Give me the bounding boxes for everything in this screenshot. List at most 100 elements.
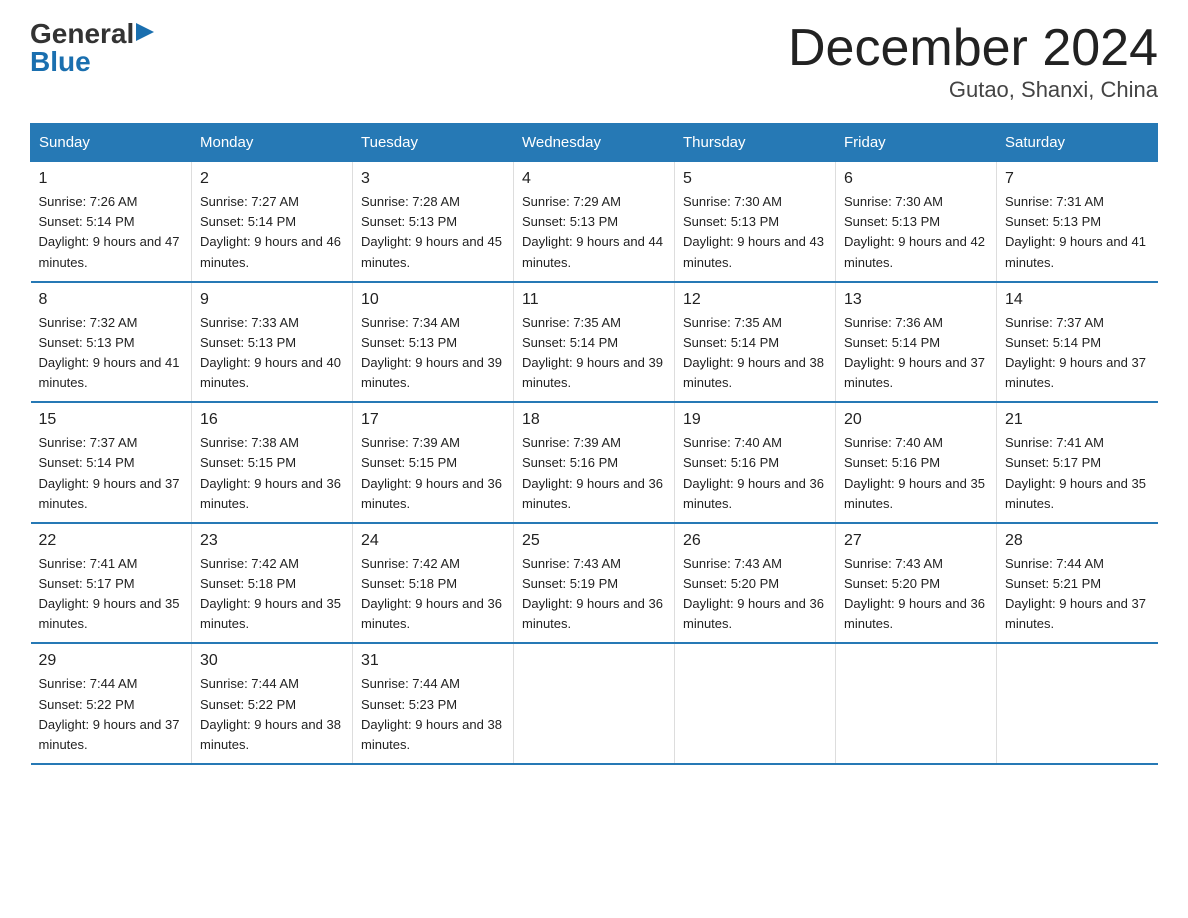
day-number: 28 [1005, 532, 1150, 550]
day-info: Sunrise: 7:34 AM Sunset: 5:13 PM Dayligh… [361, 313, 505, 394]
week-row-3: 15 Sunrise: 7:37 AM Sunset: 5:14 PM Dayl… [31, 402, 1158, 523]
day-cell: 19 Sunrise: 7:40 AM Sunset: 5:16 PM Dayl… [675, 402, 836, 523]
day-number: 25 [522, 532, 666, 550]
day-info: Sunrise: 7:39 AM Sunset: 5:16 PM Dayligh… [522, 433, 666, 514]
day-cell: 28 Sunrise: 7:44 AM Sunset: 5:21 PM Dayl… [997, 523, 1158, 644]
daylight-label: Daylight: 9 hours and 37 minutes. [39, 476, 180, 511]
sunset-label: Sunset: 5:13 PM [683, 214, 779, 229]
day-number: 8 [39, 291, 184, 309]
daylight-label: Daylight: 9 hours and 46 minutes. [200, 234, 341, 269]
sunrise-label: Sunrise: 7:44 AM [200, 676, 299, 691]
sunset-label: Sunset: 5:23 PM [361, 697, 457, 712]
day-cell [997, 643, 1158, 764]
sunset-label: Sunset: 5:22 PM [200, 697, 296, 712]
day-cell: 5 Sunrise: 7:30 AM Sunset: 5:13 PM Dayli… [675, 162, 836, 282]
day-cell: 23 Sunrise: 7:42 AM Sunset: 5:18 PM Dayl… [192, 523, 353, 644]
daylight-label: Daylight: 9 hours and 36 minutes. [683, 476, 824, 511]
day-cell: 3 Sunrise: 7:28 AM Sunset: 5:13 PM Dayli… [353, 162, 514, 282]
day-cell: 10 Sunrise: 7:34 AM Sunset: 5:13 PM Dayl… [353, 282, 514, 403]
sunrise-label: Sunrise: 7:28 AM [361, 194, 460, 209]
sunset-label: Sunset: 5:13 PM [522, 214, 618, 229]
sunrise-label: Sunrise: 7:40 AM [844, 435, 943, 450]
daylight-label: Daylight: 9 hours and 35 minutes. [844, 476, 985, 511]
day-number: 1 [39, 170, 184, 188]
day-cell: 7 Sunrise: 7:31 AM Sunset: 5:13 PM Dayli… [997, 162, 1158, 282]
daylight-label: Daylight: 9 hours and 43 minutes. [683, 234, 824, 269]
sunrise-label: Sunrise: 7:27 AM [200, 194, 299, 209]
sunrise-label: Sunrise: 7:38 AM [200, 435, 299, 450]
day-number: 14 [1005, 291, 1150, 309]
day-cell: 31 Sunrise: 7:44 AM Sunset: 5:23 PM Dayl… [353, 643, 514, 764]
day-cell: 2 Sunrise: 7:27 AM Sunset: 5:14 PM Dayli… [192, 162, 353, 282]
day-info: Sunrise: 7:43 AM Sunset: 5:20 PM Dayligh… [683, 554, 827, 635]
sunset-label: Sunset: 5:22 PM [39, 697, 135, 712]
daylight-label: Daylight: 9 hours and 40 minutes. [200, 355, 341, 390]
day-info: Sunrise: 7:32 AM Sunset: 5:13 PM Dayligh… [39, 313, 184, 394]
sunset-label: Sunset: 5:13 PM [361, 214, 457, 229]
day-cell: 21 Sunrise: 7:41 AM Sunset: 5:17 PM Dayl… [997, 402, 1158, 523]
calendar-table: Sunday Monday Tuesday Wednesday Thursday… [30, 123, 1158, 765]
day-info: Sunrise: 7:42 AM Sunset: 5:18 PM Dayligh… [200, 554, 344, 635]
day-number: 16 [200, 411, 344, 429]
sunrise-label: Sunrise: 7:43 AM [683, 556, 782, 571]
sunrise-label: Sunrise: 7:37 AM [39, 435, 138, 450]
day-number: 2 [200, 170, 344, 188]
col-wednesday: Wednesday [514, 124, 675, 162]
sunset-label: Sunset: 5:15 PM [361, 455, 457, 470]
sunset-label: Sunset: 5:19 PM [522, 576, 618, 591]
day-cell: 27 Sunrise: 7:43 AM Sunset: 5:20 PM Dayl… [836, 523, 997, 644]
day-cell: 29 Sunrise: 7:44 AM Sunset: 5:22 PM Dayl… [31, 643, 192, 764]
sunrise-label: Sunrise: 7:32 AM [39, 315, 138, 330]
daylight-label: Daylight: 9 hours and 39 minutes. [522, 355, 663, 390]
col-saturday: Saturday [997, 124, 1158, 162]
daylight-label: Daylight: 9 hours and 42 minutes. [844, 234, 985, 269]
col-friday: Friday [836, 124, 997, 162]
sunset-label: Sunset: 5:13 PM [844, 214, 940, 229]
sunrise-label: Sunrise: 7:37 AM [1005, 315, 1104, 330]
day-info: Sunrise: 7:40 AM Sunset: 5:16 PM Dayligh… [683, 433, 827, 514]
sunset-label: Sunset: 5:18 PM [361, 576, 457, 591]
daylight-label: Daylight: 9 hours and 37 minutes. [844, 355, 985, 390]
sunset-label: Sunset: 5:16 PM [683, 455, 779, 470]
sunset-label: Sunset: 5:20 PM [844, 576, 940, 591]
sunrise-label: Sunrise: 7:31 AM [1005, 194, 1104, 209]
week-row-1: 1 Sunrise: 7:26 AM Sunset: 5:14 PM Dayli… [31, 162, 1158, 282]
day-number: 18 [522, 411, 666, 429]
day-number: 21 [1005, 411, 1150, 429]
day-cell: 16 Sunrise: 7:38 AM Sunset: 5:15 PM Dayl… [192, 402, 353, 523]
day-number: 13 [844, 291, 988, 309]
day-info: Sunrise: 7:43 AM Sunset: 5:19 PM Dayligh… [522, 554, 666, 635]
day-cell: 8 Sunrise: 7:32 AM Sunset: 5:13 PM Dayli… [31, 282, 192, 403]
logo: General Blue [30, 20, 154, 76]
sunset-label: Sunset: 5:14 PM [844, 335, 940, 350]
day-number: 12 [683, 291, 827, 309]
sunrise-label: Sunrise: 7:43 AM [522, 556, 621, 571]
sunrise-label: Sunrise: 7:26 AM [39, 194, 138, 209]
sunset-label: Sunset: 5:18 PM [200, 576, 296, 591]
daylight-label: Daylight: 9 hours and 41 minutes. [1005, 234, 1146, 269]
daylight-label: Daylight: 9 hours and 38 minutes. [200, 717, 341, 752]
daylight-label: Daylight: 9 hours and 38 minutes. [361, 717, 502, 752]
day-info: Sunrise: 7:35 AM Sunset: 5:14 PM Dayligh… [522, 313, 666, 394]
day-number: 26 [683, 532, 827, 550]
sunset-label: Sunset: 5:13 PM [39, 335, 135, 350]
week-row-2: 8 Sunrise: 7:32 AM Sunset: 5:13 PM Dayli… [31, 282, 1158, 403]
page-title: December 2024 [788, 20, 1158, 77]
sunrise-label: Sunrise: 7:41 AM [1005, 435, 1104, 450]
day-info: Sunrise: 7:40 AM Sunset: 5:16 PM Dayligh… [844, 433, 988, 514]
sunrise-label: Sunrise: 7:44 AM [1005, 556, 1104, 571]
day-info: Sunrise: 7:42 AM Sunset: 5:18 PM Dayligh… [361, 554, 505, 635]
sunset-label: Sunset: 5:20 PM [683, 576, 779, 591]
sunrise-label: Sunrise: 7:39 AM [361, 435, 460, 450]
daylight-label: Daylight: 9 hours and 36 minutes. [361, 596, 502, 631]
daylight-label: Daylight: 9 hours and 35 minutes. [200, 596, 341, 631]
sunrise-label: Sunrise: 7:40 AM [683, 435, 782, 450]
day-cell [514, 643, 675, 764]
day-info: Sunrise: 7:36 AM Sunset: 5:14 PM Dayligh… [844, 313, 988, 394]
day-number: 31 [361, 652, 505, 670]
week-row-5: 29 Sunrise: 7:44 AM Sunset: 5:22 PM Dayl… [31, 643, 1158, 764]
day-number: 23 [200, 532, 344, 550]
day-info: Sunrise: 7:44 AM Sunset: 5:21 PM Dayligh… [1005, 554, 1150, 635]
day-number: 3 [361, 170, 505, 188]
daylight-label: Daylight: 9 hours and 37 minutes. [39, 717, 180, 752]
